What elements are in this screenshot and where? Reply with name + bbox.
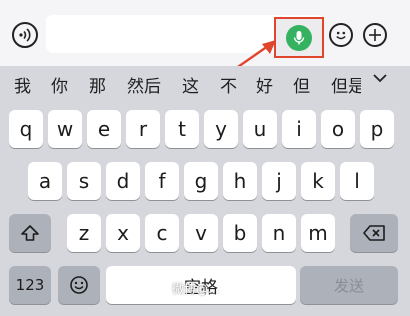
key-i[interactable]: i: [282, 110, 316, 148]
sound-waves-icon: [19, 28, 31, 42]
key-k[interactable]: k: [301, 162, 335, 200]
key-w[interactable]: w: [48, 110, 82, 148]
smiley-icon: [70, 276, 88, 294]
microphone-icon: [293, 30, 305, 44]
candidate-word[interactable]: 那: [89, 77, 106, 97]
candidate-word[interactable]: 但是: [331, 77, 361, 97]
key-x[interactable]: x: [106, 214, 140, 252]
candidate-word[interactable]: 你: [51, 77, 68, 97]
watermark: 微博@...: [172, 282, 220, 296]
delete-key[interactable]: [350, 214, 398, 252]
key-y[interactable]: y: [204, 110, 238, 148]
backspace-icon: [363, 225, 385, 241]
emoji-button[interactable]: [329, 23, 353, 47]
candidate-word[interactable]: 但: [293, 77, 310, 97]
candidate-word[interactable]: 我: [14, 77, 31, 97]
key-m[interactable]: m: [301, 214, 335, 252]
key-b[interactable]: b: [223, 214, 257, 252]
key-c[interactable]: c: [145, 214, 179, 252]
key-a[interactable]: a: [28, 162, 62, 200]
candidate-clip: 但是: [331, 74, 361, 100]
voice-toggle-button[interactable]: [12, 22, 38, 48]
plus-icon: [369, 29, 381, 41]
key-p[interactable]: p: [360, 110, 394, 148]
numbers-key[interactable]: 123: [9, 266, 51, 304]
key-n[interactable]: n: [262, 214, 296, 252]
key-s[interactable]: s: [67, 162, 101, 200]
key-d[interactable]: d: [106, 162, 140, 200]
shift-icon: [21, 225, 39, 241]
key-u[interactable]: u: [243, 110, 277, 148]
key-q[interactable]: q: [9, 110, 43, 148]
add-button[interactable]: [363, 23, 387, 47]
key-g[interactable]: g: [184, 162, 218, 200]
shift-key[interactable]: [9, 214, 51, 252]
smiley-icon: [336, 31, 346, 40]
candidate-word[interactable]: 然后: [127, 77, 161, 97]
key-l[interactable]: l: [340, 162, 374, 200]
key-f[interactable]: f: [145, 162, 179, 200]
key-h[interactable]: h: [223, 162, 257, 200]
send-key-label: 发送: [333, 276, 364, 295]
chevron-down-icon[interactable]: [372, 72, 388, 84]
numbers-key-label: 123: [15, 276, 45, 294]
candidate-word[interactable]: 好: [256, 77, 273, 97]
key-z[interactable]: z: [67, 214, 101, 252]
emoji-key[interactable]: [58, 266, 100, 304]
candidate-word[interactable]: 不: [220, 77, 237, 97]
key-v[interactable]: v: [184, 214, 218, 252]
key-t[interactable]: t: [165, 110, 199, 148]
mic-badge: [286, 24, 312, 51]
key-o[interactable]: o: [321, 110, 355, 148]
send-key[interactable]: 发送: [300, 266, 398, 304]
key-j[interactable]: j: [262, 162, 296, 200]
key-e[interactable]: e: [87, 110, 121, 148]
key-r[interactable]: r: [126, 110, 160, 148]
candidate-word[interactable]: 这: [182, 77, 199, 97]
